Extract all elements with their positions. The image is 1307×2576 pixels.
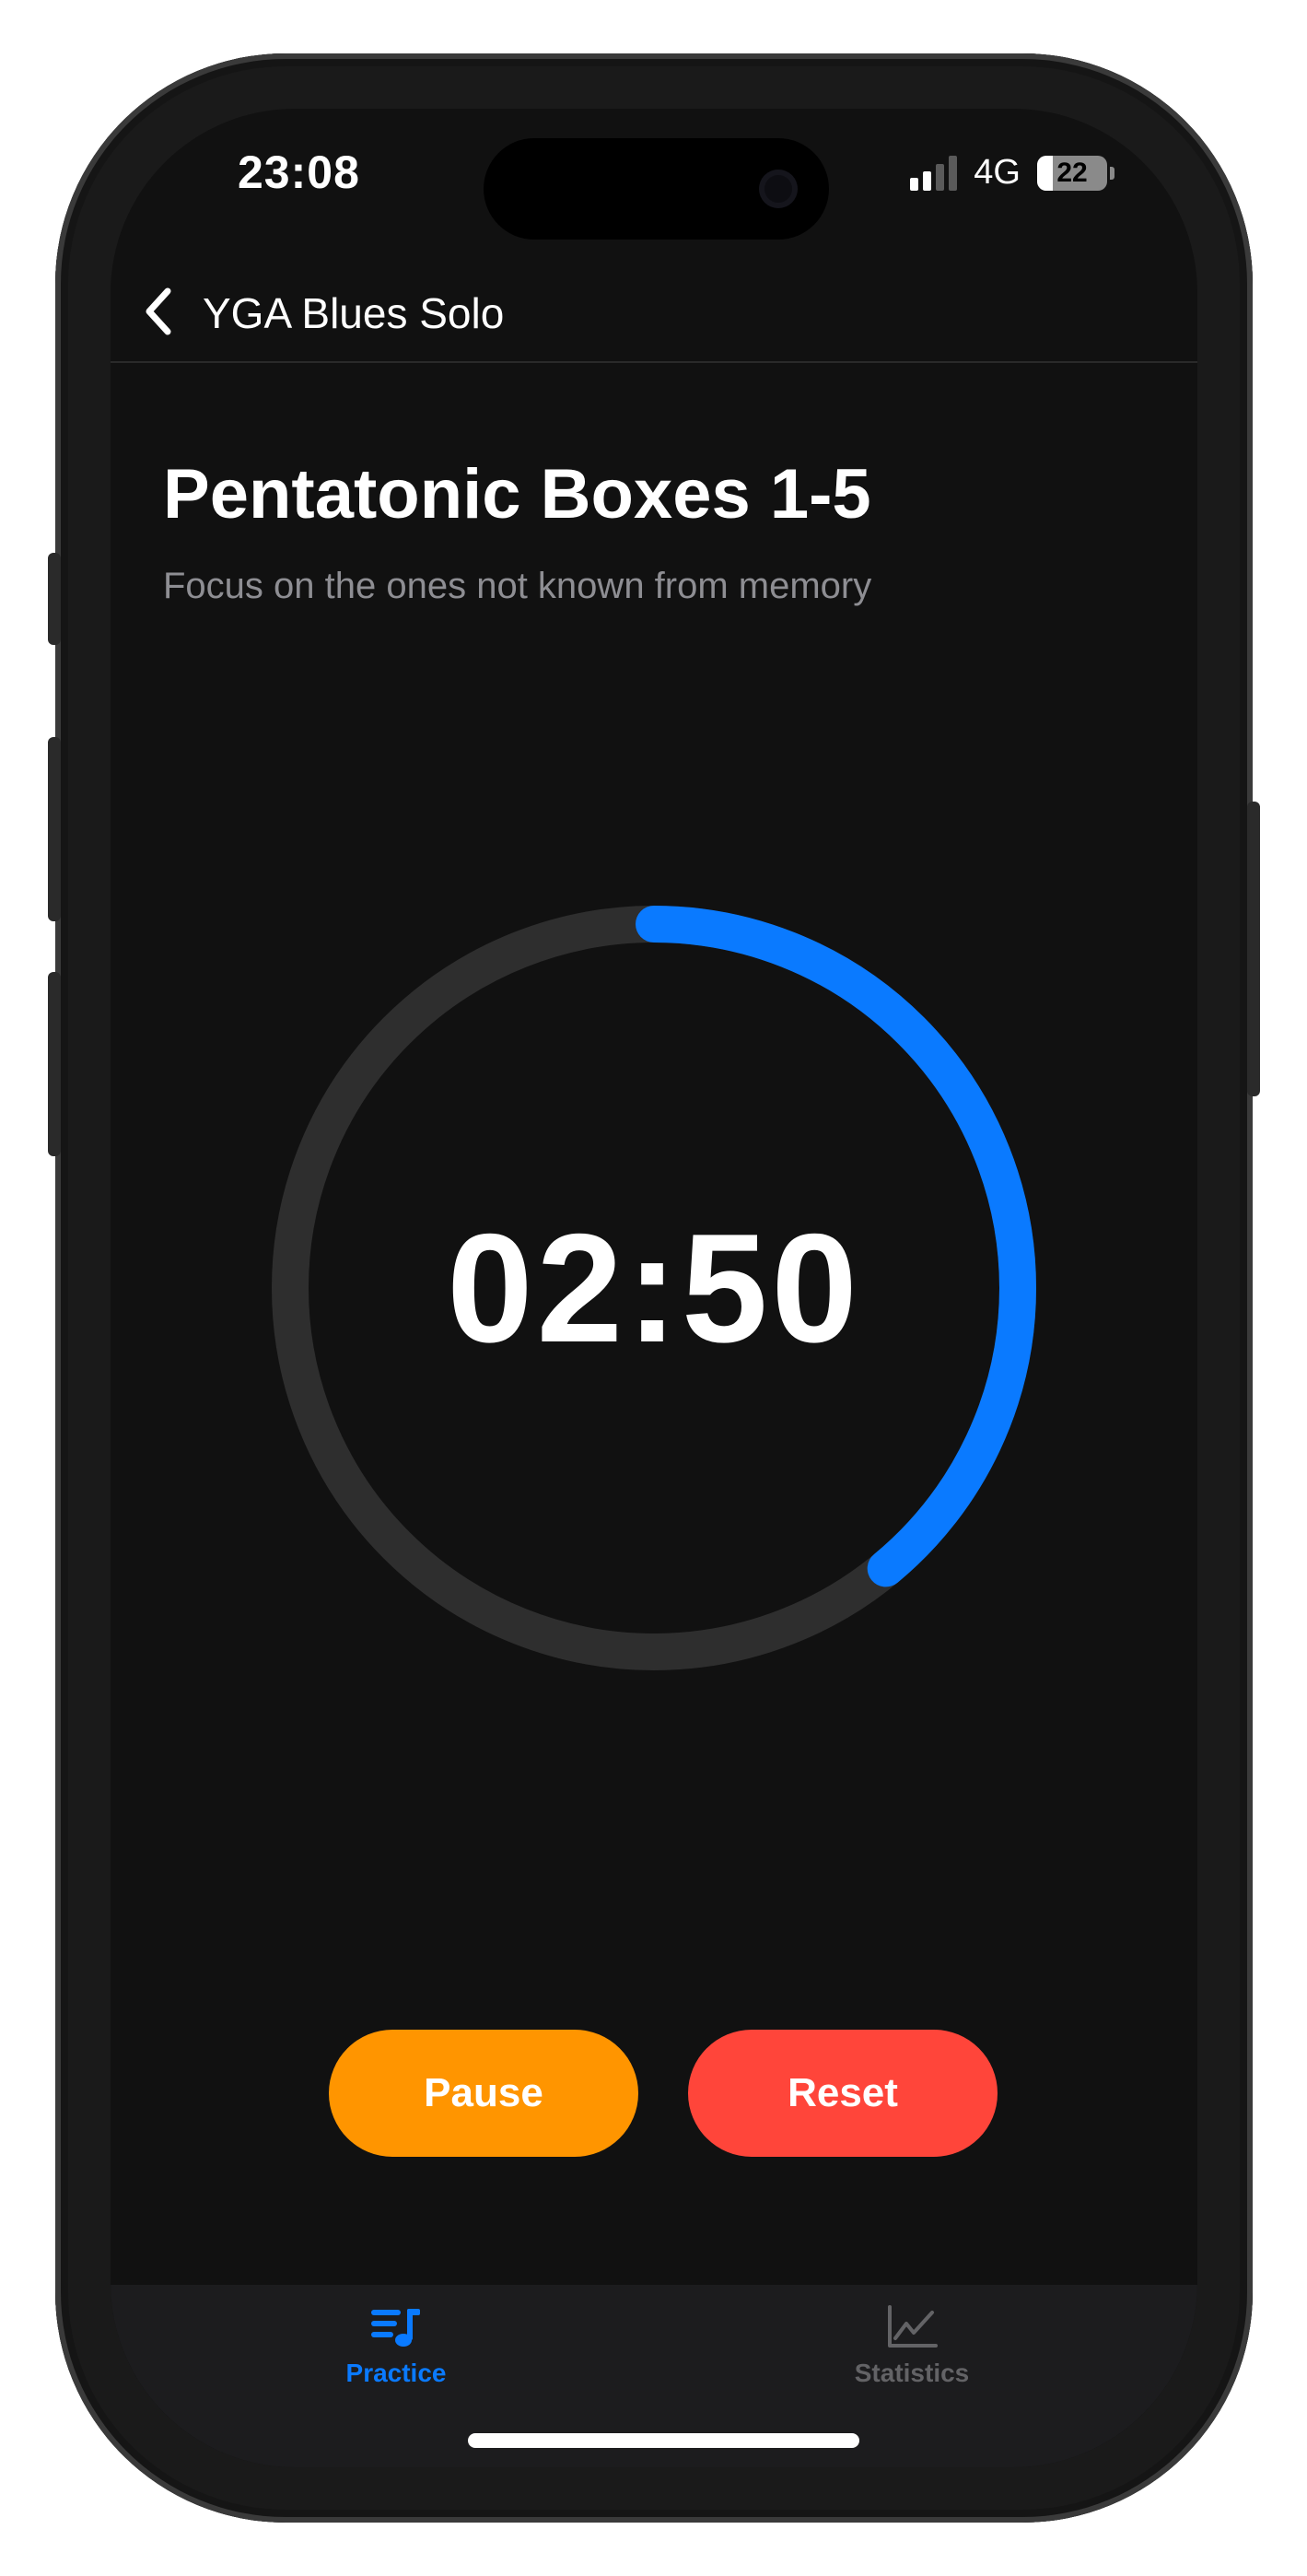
status-indicators: 4G 22 <box>910 153 1114 193</box>
exercise-title: Pentatonic Boxes 1-5 <box>163 455 871 533</box>
battery-icon: 22 <box>1037 155 1114 191</box>
battery-fill <box>1037 155 1053 191</box>
volume-down-button <box>48 972 61 1156</box>
network-type: 4G <box>974 153 1021 192</box>
signal-bar <box>923 170 932 191</box>
timer-display: 02:50 <box>447 1200 861 1375</box>
tab-label: Practice <box>345 2359 447 2387</box>
tab-statistics[interactable]: Statistics <box>774 2305 1050 2416</box>
dynamic-island <box>484 138 829 240</box>
signal-bar <box>910 177 919 191</box>
reset-button[interactable]: Reset <box>688 2030 998 2157</box>
exercise-subtitle: Focus on the ones not known from memory <box>163 566 872 606</box>
music-list-icon <box>371 2309 420 2347</box>
signal-bar <box>936 163 945 191</box>
status-time: 23:08 <box>238 146 360 198</box>
home-indicator[interactable] <box>468 2433 859 2448</box>
battery-nub <box>1110 166 1114 180</box>
power-button <box>1247 802 1260 1096</box>
battery-body: 22 <box>1037 155 1107 191</box>
tab-label: Statistics <box>854 2359 970 2387</box>
signal-icon <box>910 155 958 191</box>
volume-up-button <box>48 737 61 921</box>
signal-bar <box>949 155 958 191</box>
app-screen: 23:08 4G 22 YGA Blues Solo Pentatonic Bo… <box>111 109 1197 2467</box>
action-button <box>48 553 61 645</box>
chart-line-icon <box>888 2305 938 2348</box>
back-button[interactable]: YGA Blues Solo <box>203 288 504 338</box>
timer-ring: 02:50 <box>272 906 1036 1670</box>
navigation-bar: YGA Blues Solo <box>111 265 1197 363</box>
pause-button[interactable]: Pause <box>329 2030 638 2157</box>
battery-level: 22 <box>1056 157 1088 188</box>
chevron-left-icon[interactable] <box>140 284 177 339</box>
camera-icon <box>759 170 798 208</box>
tab-practice[interactable]: Practice <box>258 2305 534 2416</box>
